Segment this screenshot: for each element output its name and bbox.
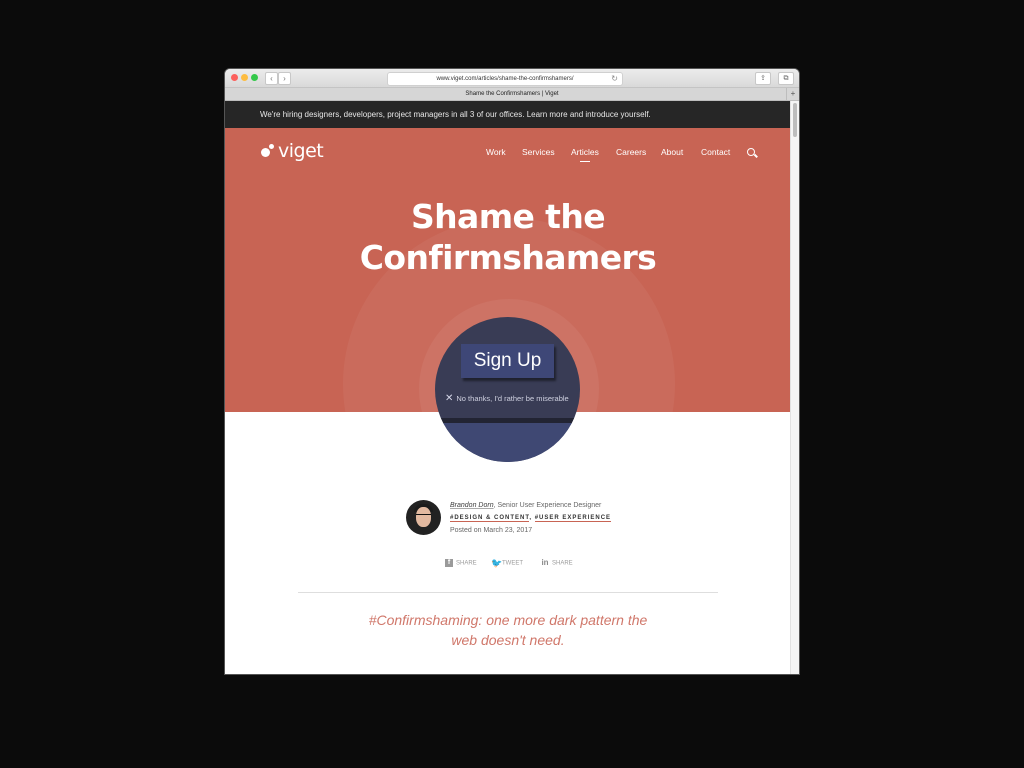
twitter-share-button[interactable]: 🐦TWEET [491, 558, 523, 568]
minimize-window-button[interactable] [241, 74, 248, 81]
author-byline: Brandon Dorn, Senior User Experience Des… [450, 502, 601, 509]
facebook-icon: f [445, 559, 453, 567]
nav-item-contact[interactable]: Contact [701, 147, 730, 157]
scrollbar-thumb[interactable] [793, 103, 797, 137]
linkedin-icon: in [541, 558, 549, 567]
divider [298, 592, 718, 593]
page-title-line-1: Shame the [410, 197, 606, 236]
pull-quote-line-1: #Confirmshaming: one more dark pattern t… [368, 612, 648, 628]
browser-window: ‹ › www.viget.com/articles/shame-the-con… [225, 69, 799, 674]
avatar-glasses [416, 514, 431, 518]
search-icon[interactable] [747, 148, 755, 156]
modal-lower-panel [435, 423, 580, 462]
linkedin-share-label: SHARE [552, 560, 573, 567]
tag-design-content[interactable]: #DESIGN & CONTENT [450, 515, 530, 522]
address-bar[interactable]: www.viget.com/articles/shame-the-confirm… [387, 72, 623, 86]
facebook-share-label: SHARE [456, 560, 477, 567]
zoom-window-button[interactable] [251, 74, 258, 81]
tab-title[interactable]: Shame the Confirmshamers | Viget [465, 91, 558, 97]
reload-icon[interactable]: ↻ [611, 73, 618, 85]
close-icon: ✕ [445, 393, 454, 404]
nav-item-services[interactable]: Services [522, 147, 555, 157]
nav-item-about[interactable]: About [661, 147, 683, 157]
page-scrollbar[interactable] [790, 101, 799, 674]
share-icon[interactable]: ⇪ [755, 72, 771, 85]
decline-text: No thanks, I'd rather be miserable [456, 394, 569, 403]
author-role: , Senior User Experience Designer [493, 502, 602, 509]
hiring-banner[interactable]: We're hiring designers, developers, proj… [225, 101, 791, 128]
new-tab-icon[interactable]: + [786, 88, 799, 100]
author-name-link[interactable]: Brandon Dorn [450, 502, 494, 509]
linkedin-share-button[interactable]: in SHARE [541, 558, 573, 567]
twitter-icon: 🐦 [491, 558, 503, 568]
pull-quote: #Confirmshaming: one more dark pattern t… [345, 610, 671, 650]
share-links: f SHARE 🐦TWEET in SHARE [225, 559, 791, 571]
article-tags: #DESIGN & CONTENT, #USER EXPERIENCE [450, 515, 612, 522]
url-text: www.viget.com/articles/shame-the-confirm… [436, 76, 574, 82]
back-button[interactable]: ‹ [265, 72, 278, 85]
posted-date: Posted on March 23, 2017 [450, 527, 533, 534]
page-title-line-2: Confirmshamers [359, 238, 657, 277]
browser-toolbar: ‹ › www.viget.com/articles/shame-the-con… [225, 69, 799, 88]
tab-bar: Shame the Confirmshamers | Viget + [225, 88, 799, 101]
nav-item-careers[interactable]: Careers [616, 147, 646, 157]
main-nav: Work Services Articles Careers About Con… [225, 147, 791, 162]
tag-user-experience[interactable]: #USER EXPERIENCE [534, 515, 612, 522]
pull-quote-line-2: web doesn't need. [451, 632, 565, 648]
forward-button[interactable]: › [278, 72, 291, 85]
nav-item-work[interactable]: Work [486, 147, 506, 157]
sign-up-button[interactable]: Sign Up [461, 344, 554, 378]
author-avatar[interactable] [406, 500, 441, 535]
decline-link[interactable]: ✕ No thanks, I'd rather be miserable [445, 393, 580, 404]
hiring-banner-text[interactable]: We're hiring designers, developers, proj… [260, 110, 651, 119]
facebook-share-button[interactable]: f SHARE [445, 559, 477, 567]
close-window-button[interactable] [231, 74, 238, 81]
page-viewport: We're hiring designers, developers, proj… [225, 101, 791, 674]
tabs-overview-icon[interactable]: ⧉ [778, 72, 794, 85]
nav-item-articles[interactable]: Articles [571, 147, 599, 162]
confirmshaming-modal-illustration: Sign Up ✕ No thanks, I'd rather be misera… [435, 317, 580, 462]
twitter-share-label: TWEET [502, 560, 523, 567]
page-title: Shame the Confirmshamers [225, 196, 791, 278]
